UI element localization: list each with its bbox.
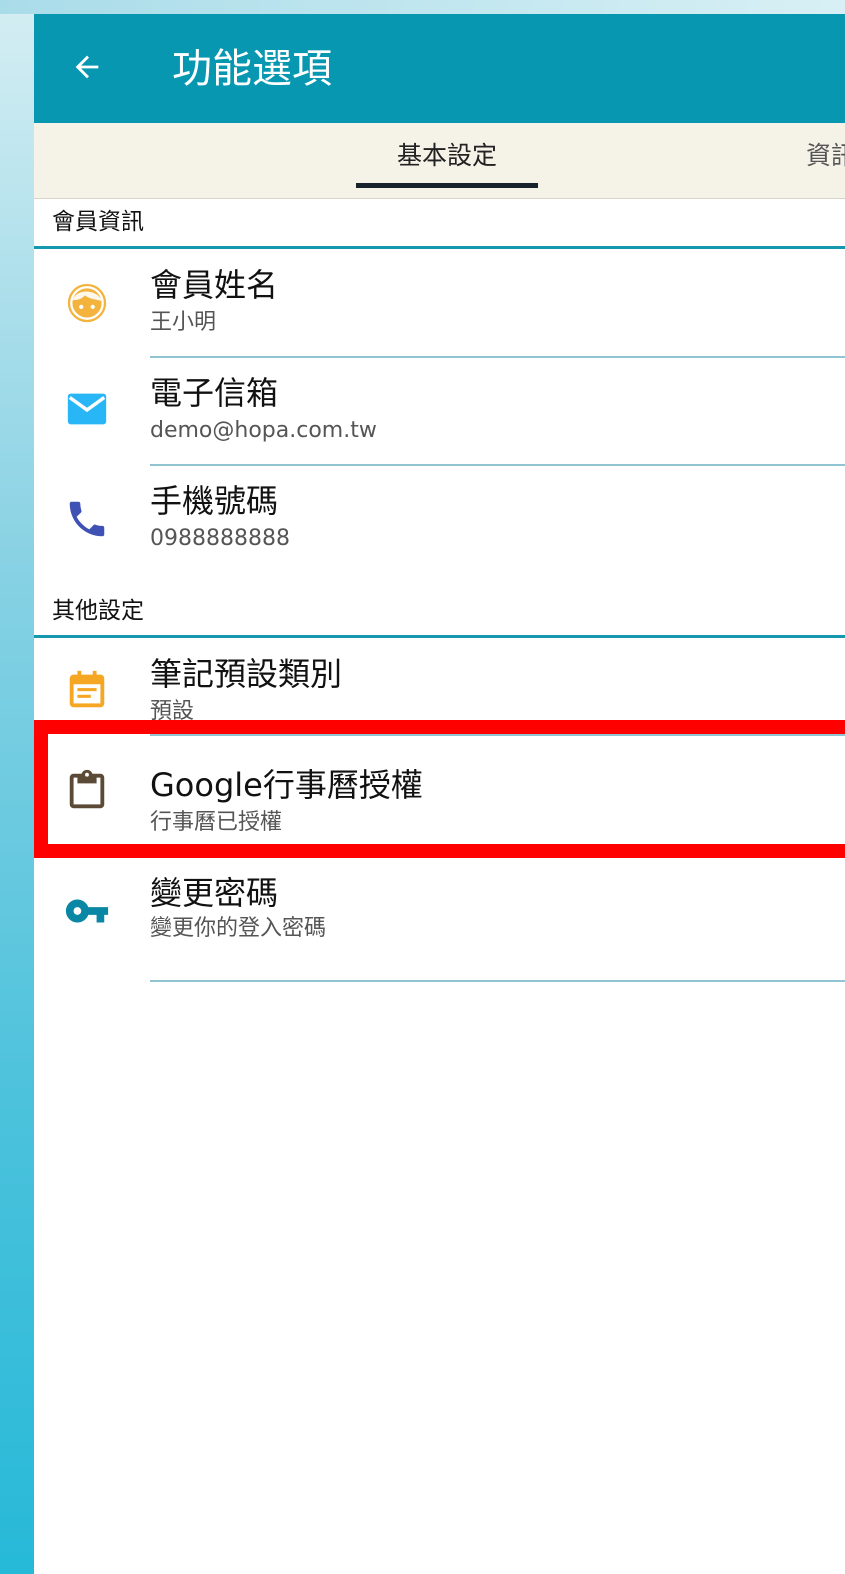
tab-indicator <box>356 183 538 188</box>
list-item-google-calendar-auth[interactable]: Google行事曆授權 行事曆已授權 <box>34 734 845 858</box>
divider <box>150 734 845 736</box>
list-item-phone[interactable]: 手機號碼 0988888888 <box>34 466 845 574</box>
background-top <box>0 0 845 14</box>
item-subtitle: demo@hopa.com.tw <box>150 418 377 443</box>
item-title: Google行事曆授權 <box>150 766 423 804</box>
item-title: 手機號碼 <box>150 482 279 520</box>
calendar-icon <box>69 670 105 708</box>
background-left <box>0 0 34 1574</box>
item-title: 變更密碼 <box>150 874 279 912</box>
item-subtitle: 變更你的登入密碼 <box>150 916 327 941</box>
item-subtitle: 預設 <box>150 699 195 721</box>
section-header-other-settings: 其他設定 <box>34 588 845 638</box>
tab-info[interactable]: 資訊 <box>806 123 845 198</box>
back-button[interactable] <box>66 36 114 96</box>
item-title: 筆記預設類別 <box>150 655 343 693</box>
list-item-note-category[interactable]: 筆記預設類別 預設 <box>34 639 845 721</box>
list-item-change-password[interactable]: 變更密碼 變更你的登入密碼 <box>34 866 845 982</box>
item-title: 會員姓名 <box>150 266 279 304</box>
section-header-member-info: 會員資訊 <box>34 199 845 249</box>
phone-icon <box>69 501 105 537</box>
list-item-member-name[interactable]: 會員姓名 王小明 <box>34 250 845 358</box>
divider <box>150 980 845 982</box>
arrow-left-icon <box>75 55 99 79</box>
face-icon <box>67 283 107 323</box>
list-item-email[interactable]: 電子信箱 demo@hopa.com.tw <box>34 358 845 466</box>
item-subtitle: 0988888888 <box>150 526 290 551</box>
item-subtitle: 行事曆已授權 <box>150 810 283 835</box>
settings-screen: 功能選項 基本設定 資訊 會員資訊 會員姓名 王小明 電子信箱 demo@hop… <box>34 14 845 1574</box>
app-bar: 功能選項 <box>34 14 845 123</box>
key-icon <box>65 899 109 923</box>
item-subtitle: 王小明 <box>150 310 217 335</box>
clipboard-icon <box>69 769 105 809</box>
email-icon <box>67 393 107 425</box>
page-title: 功能選項 <box>172 46 332 92</box>
item-title: 電子信箱 <box>150 374 279 412</box>
